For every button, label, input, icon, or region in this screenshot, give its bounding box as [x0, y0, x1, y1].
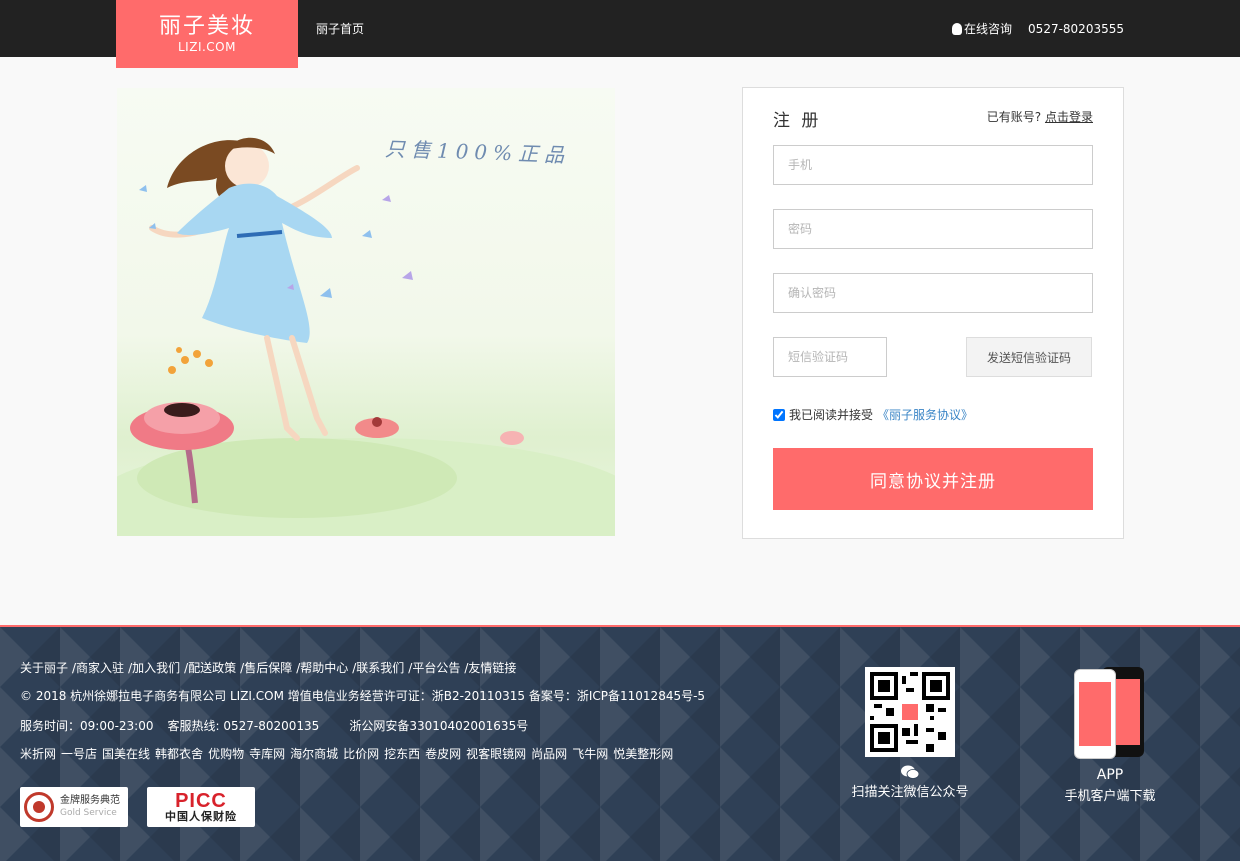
footer-link[interactable]: /售后保障 [240, 659, 292, 676]
online-consult-label: 在线咨询 [964, 22, 1013, 36]
partner-site-link[interactable]: 优购物 [208, 745, 244, 762]
app-download-block[interactable]: APP 手机客户端下载 [1050, 667, 1170, 804]
register-title: 注 册 [773, 111, 822, 131]
footer-link[interactable]: 关于丽子 [20, 659, 68, 676]
site-logo[interactable]: 丽子美妆 LIZI.COM [116, 0, 298, 68]
partner-site-link[interactable]: 比价网 [343, 745, 379, 762]
app-title: APP [1096, 767, 1124, 783]
gold-badge-en: Gold Service [60, 808, 117, 818]
terms-link[interactable]: 《丽子服务协议》 [877, 406, 973, 423]
logo-cn: 丽子美妆 [158, 14, 255, 39]
police-record: 浙公网安备33010402001635号 [349, 719, 529, 733]
footer-link[interactable]: /联系我们 [352, 659, 404, 676]
register-panel: 注 册 已有账号? 点击登录 发送短信验证码 我已阅读并接受 《丽子服务协议》 … [742, 87, 1124, 539]
footer-links: 关于丽子/商家入驻/加入我们/配送政策/售后保障/帮助中心/联系我们/平台公告 /… [20, 659, 516, 676]
header-phone: 0527-80203555 [1028, 21, 1124, 36]
partner-site-link[interactable]: 尚品网 [531, 745, 567, 762]
partner-site-link[interactable]: 韩都衣舍 [155, 745, 203, 762]
partner-site-link[interactable]: 米折网 [20, 745, 56, 762]
wechat-qr-block: 扫描关注微信公众号 [845, 667, 975, 800]
logo-en: LIZI.COM [178, 40, 236, 54]
service-info: 服务时间：09:00-23:00 客服热线: 0527-80200135 浙公网… [20, 717, 528, 734]
have-account-text: 已有账号? [986, 110, 1042, 124]
qr-caption: 扫描关注微信公众号 [851, 785, 969, 800]
phone-icon [1074, 667, 1146, 759]
partner-site-link[interactable]: 卷皮网 [425, 745, 461, 762]
picc-logo: PICC [175, 790, 227, 812]
site-footer: 关于丽子/商家入驻/加入我们/配送政策/售后保障/帮助中心/联系我们/平台公告 /… [0, 625, 1240, 861]
agreement-row: 我已阅读并接受 《丽子服务协议》 [773, 406, 973, 423]
have-account: 已有账号? 点击登录 [987, 108, 1093, 125]
footer-link[interactable]: /帮助中心 [296, 659, 348, 676]
partner-site-link[interactable]: 飞牛网 [572, 745, 608, 762]
app-caption: 手机客户端下载 [1064, 789, 1156, 804]
gold-badge-cn: 金牌服务典范 [60, 795, 120, 806]
footer-link[interactable]: /商家入驻 [72, 659, 124, 676]
copyright: © 2018 杭州徐娜拉电子商务有限公司 LIZI.COM 增值电信业务经营许可… [20, 689, 706, 703]
confirm-password-input[interactable] [773, 273, 1093, 313]
gold-seal-icon [24, 792, 54, 822]
wechat-icon [901, 765, 919, 779]
qq-icon [952, 22, 963, 35]
service-hours: 服务时间：09:00-23:00 [20, 719, 154, 733]
partner-site-link[interactable]: 国美在线 [102, 745, 150, 762]
picc-badge[interactable]: PICC 中国人保财险 [147, 787, 255, 827]
partner-site-link[interactable]: 寺库网 [249, 745, 285, 762]
picc-sub: 中国人保财险 [165, 810, 237, 823]
partner-site-link[interactable]: 挖东西 [384, 745, 420, 762]
partner-sites: 米折网 一号店 国美在线 韩都衣舍 优购物 寺库网 海尔商城 比价网 挖东西 卷皮网 视客眼镜网 尚品… [20, 745, 673, 762]
partner-site-link[interactable]: 视客眼镜网 [466, 745, 526, 762]
wechat-qr-code [865, 667, 955, 757]
online-consult-link[interactable]: 在线咨询 [952, 20, 1012, 37]
partner-site-link[interactable]: 悦美整形网 [613, 745, 673, 762]
gold-service-badge[interactable]: 金牌服务典范 Gold Service [20, 787, 128, 827]
footer-link[interactable]: /友情链接 [464, 659, 516, 676]
partner-site-link[interactable]: 海尔商城 [290, 745, 338, 762]
agree-text: 我已阅读并接受 [789, 408, 874, 422]
login-link[interactable]: 点击登录 [1045, 110, 1093, 124]
partner-site-link[interactable]: 一号店 [61, 745, 97, 762]
send-sms-button[interactable]: 发送短信验证码 [966, 337, 1092, 377]
phone-input[interactable] [773, 145, 1093, 185]
header-contact: 在线咨询 0527-80203555 [952, 20, 1124, 37]
register-submit-button[interactable]: 同意协议并注册 [773, 448, 1093, 510]
password-input[interactable] [773, 209, 1093, 249]
agree-checkbox[interactable] [773, 408, 785, 421]
sms-code-input[interactable] [773, 337, 887, 377]
hero-illustration: 只售100%正品 [117, 88, 615, 536]
home-link[interactable]: 丽子首页 [316, 20, 364, 37]
footer-link[interactable]: /配送政策 [184, 659, 236, 676]
hotline: 客服热线: 0527-80200135 [167, 719, 320, 733]
footer-link[interactable]: /平台公告 [408, 659, 460, 676]
footer-link[interactable]: /加入我们 [128, 659, 180, 676]
